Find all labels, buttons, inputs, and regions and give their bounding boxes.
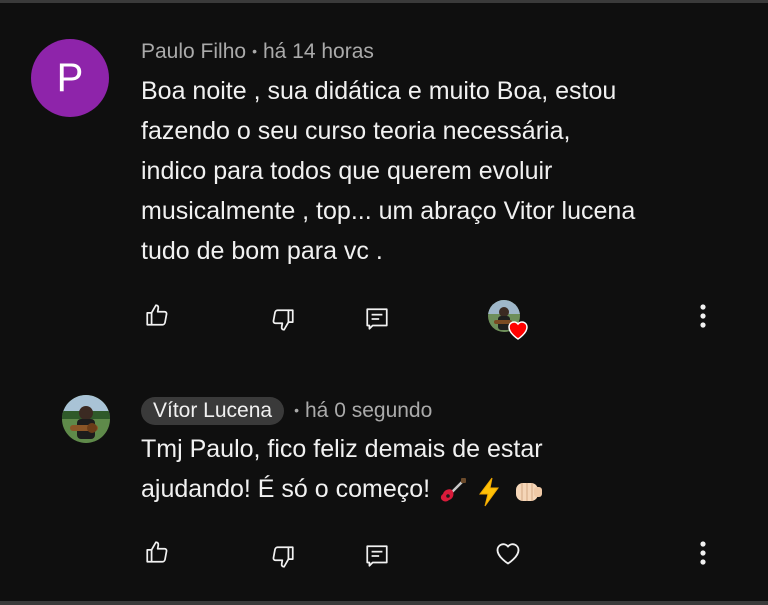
comment-meta: Paulo Filho • há 14 horas [141, 40, 374, 64]
reply-text-block: Tmj Paulo, fico feliz demais de estar aj… [141, 429, 741, 510]
fist-emoji [510, 476, 544, 504]
creator-heart-badge[interactable] [488, 300, 532, 344]
thumb-up-icon [144, 539, 170, 565]
reply-button[interactable] [362, 541, 392, 571]
emoji-group [436, 470, 544, 510]
heart-button[interactable] [493, 538, 523, 568]
thumb-up-icon [144, 302, 170, 328]
meta-separator: • [294, 402, 299, 418]
author-name[interactable]: Paulo Filho [141, 40, 246, 63]
more-vert-icon [699, 303, 707, 329]
like-button[interactable] [142, 537, 172, 567]
reply-icon [364, 543, 390, 569]
more-options-button[interactable] [688, 301, 718, 331]
meta-separator: • [252, 43, 257, 59]
avatar[interactable]: P [31, 39, 109, 117]
dislike-button[interactable] [268, 305, 298, 335]
comment-time[interactable]: há 14 horas [263, 40, 374, 63]
thumb-down-icon [270, 544, 296, 570]
creator-author-chip[interactable]: Vítor Lucena [141, 397, 285, 425]
more-vert-icon [699, 540, 707, 566]
comment-text: Boa noite , sua didática e muito Boa, es… [141, 77, 636, 265]
dislike-button[interactable] [268, 542, 298, 572]
heart-icon [506, 318, 530, 340]
reply-time[interactable]: há 0 segundo [305, 399, 432, 422]
reply-meta: Vítor Lucena • há 0 segundo [141, 397, 432, 425]
thumb-down-icon [270, 307, 296, 333]
reply-button[interactable] [362, 304, 392, 334]
lightning-emoji [475, 476, 510, 507]
more-options-button[interactable] [688, 538, 718, 568]
like-button[interactable] [142, 300, 172, 330]
reply-icon [364, 306, 390, 332]
guitar-emoji [436, 476, 475, 504]
comments-screen: P Paulo Filho • há 14 horas Boa noite , su… [0, 0, 768, 605]
heart-outline-icon [494, 540, 522, 566]
avatar[interactable] [62, 395, 110, 443]
